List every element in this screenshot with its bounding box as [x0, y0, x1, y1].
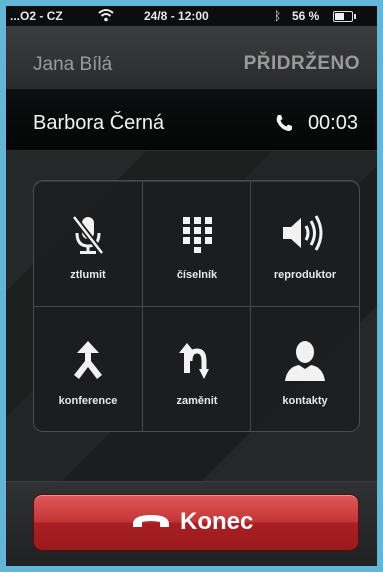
carrier-label: ...O2 - CZ	[10, 9, 63, 23]
battery-icon	[333, 11, 356, 22]
merge-calls-icon	[74, 341, 102, 379]
keypad-button[interactable]: číselník	[143, 181, 251, 305]
contacts-button[interactable]: kontakty	[251, 307, 359, 431]
mute-label: ztlumit	[70, 269, 106, 281]
swap-calls-icon	[179, 343, 209, 379]
swap-button[interactable]: zaměnit	[143, 307, 251, 431]
contacts-label: kontakty	[282, 395, 328, 407]
phone-screen: ...O2 - CZ 24/8 - 12:00 ᛒ 56 % Jana Bílá…	[6, 6, 377, 566]
signal-icon: ...	[10, 9, 21, 23]
status-bar: ...O2 - CZ 24/8 - 12:00 ᛒ 56 %	[6, 6, 377, 26]
hang-up-icon	[131, 512, 171, 535]
battery-percent: 56 %	[292, 9, 320, 23]
keypad-icon	[183, 217, 212, 253]
swap-label: zaměnit	[176, 395, 218, 407]
active-caller-name: Barbora Černá	[33, 112, 165, 134]
carrier-name: O2 - CZ	[20, 9, 63, 23]
conference-button[interactable]: konference	[34, 307, 142, 431]
end-call-label: Konec	[180, 508, 254, 535]
held-caller-name: Jana Bílá	[33, 54, 113, 75]
held-call-row[interactable]: Jana Bílá PŘIDRŽENO	[6, 26, 377, 90]
status-datetime: 24/8 - 12:00	[144, 9, 209, 23]
held-status-label: PŘIDRŽENO	[243, 53, 360, 74]
conference-label: konference	[58, 395, 118, 407]
mute-button[interactable]: ztlumit	[34, 181, 142, 305]
bluetooth-icon: ᛒ	[274, 9, 282, 23]
phone-icon	[274, 113, 294, 133]
end-call-button[interactable]: Konec	[33, 494, 359, 551]
speaker-label: reproduktor	[273, 269, 337, 281]
speaker-icon	[283, 215, 323, 251]
contacts-icon	[285, 341, 325, 381]
call-controls-panel: ztlumit číselník reproduktor konference …	[33, 180, 360, 432]
mute-icon	[71, 215, 105, 255]
speaker-button[interactable]: reproduktor	[251, 181, 359, 305]
wifi-icon	[98, 8, 114, 25]
keypad-label: číselník	[176, 269, 218, 281]
active-call-row: Barbora Černá 00:03	[6, 90, 377, 151]
call-duration: 00:03	[307, 112, 358, 134]
